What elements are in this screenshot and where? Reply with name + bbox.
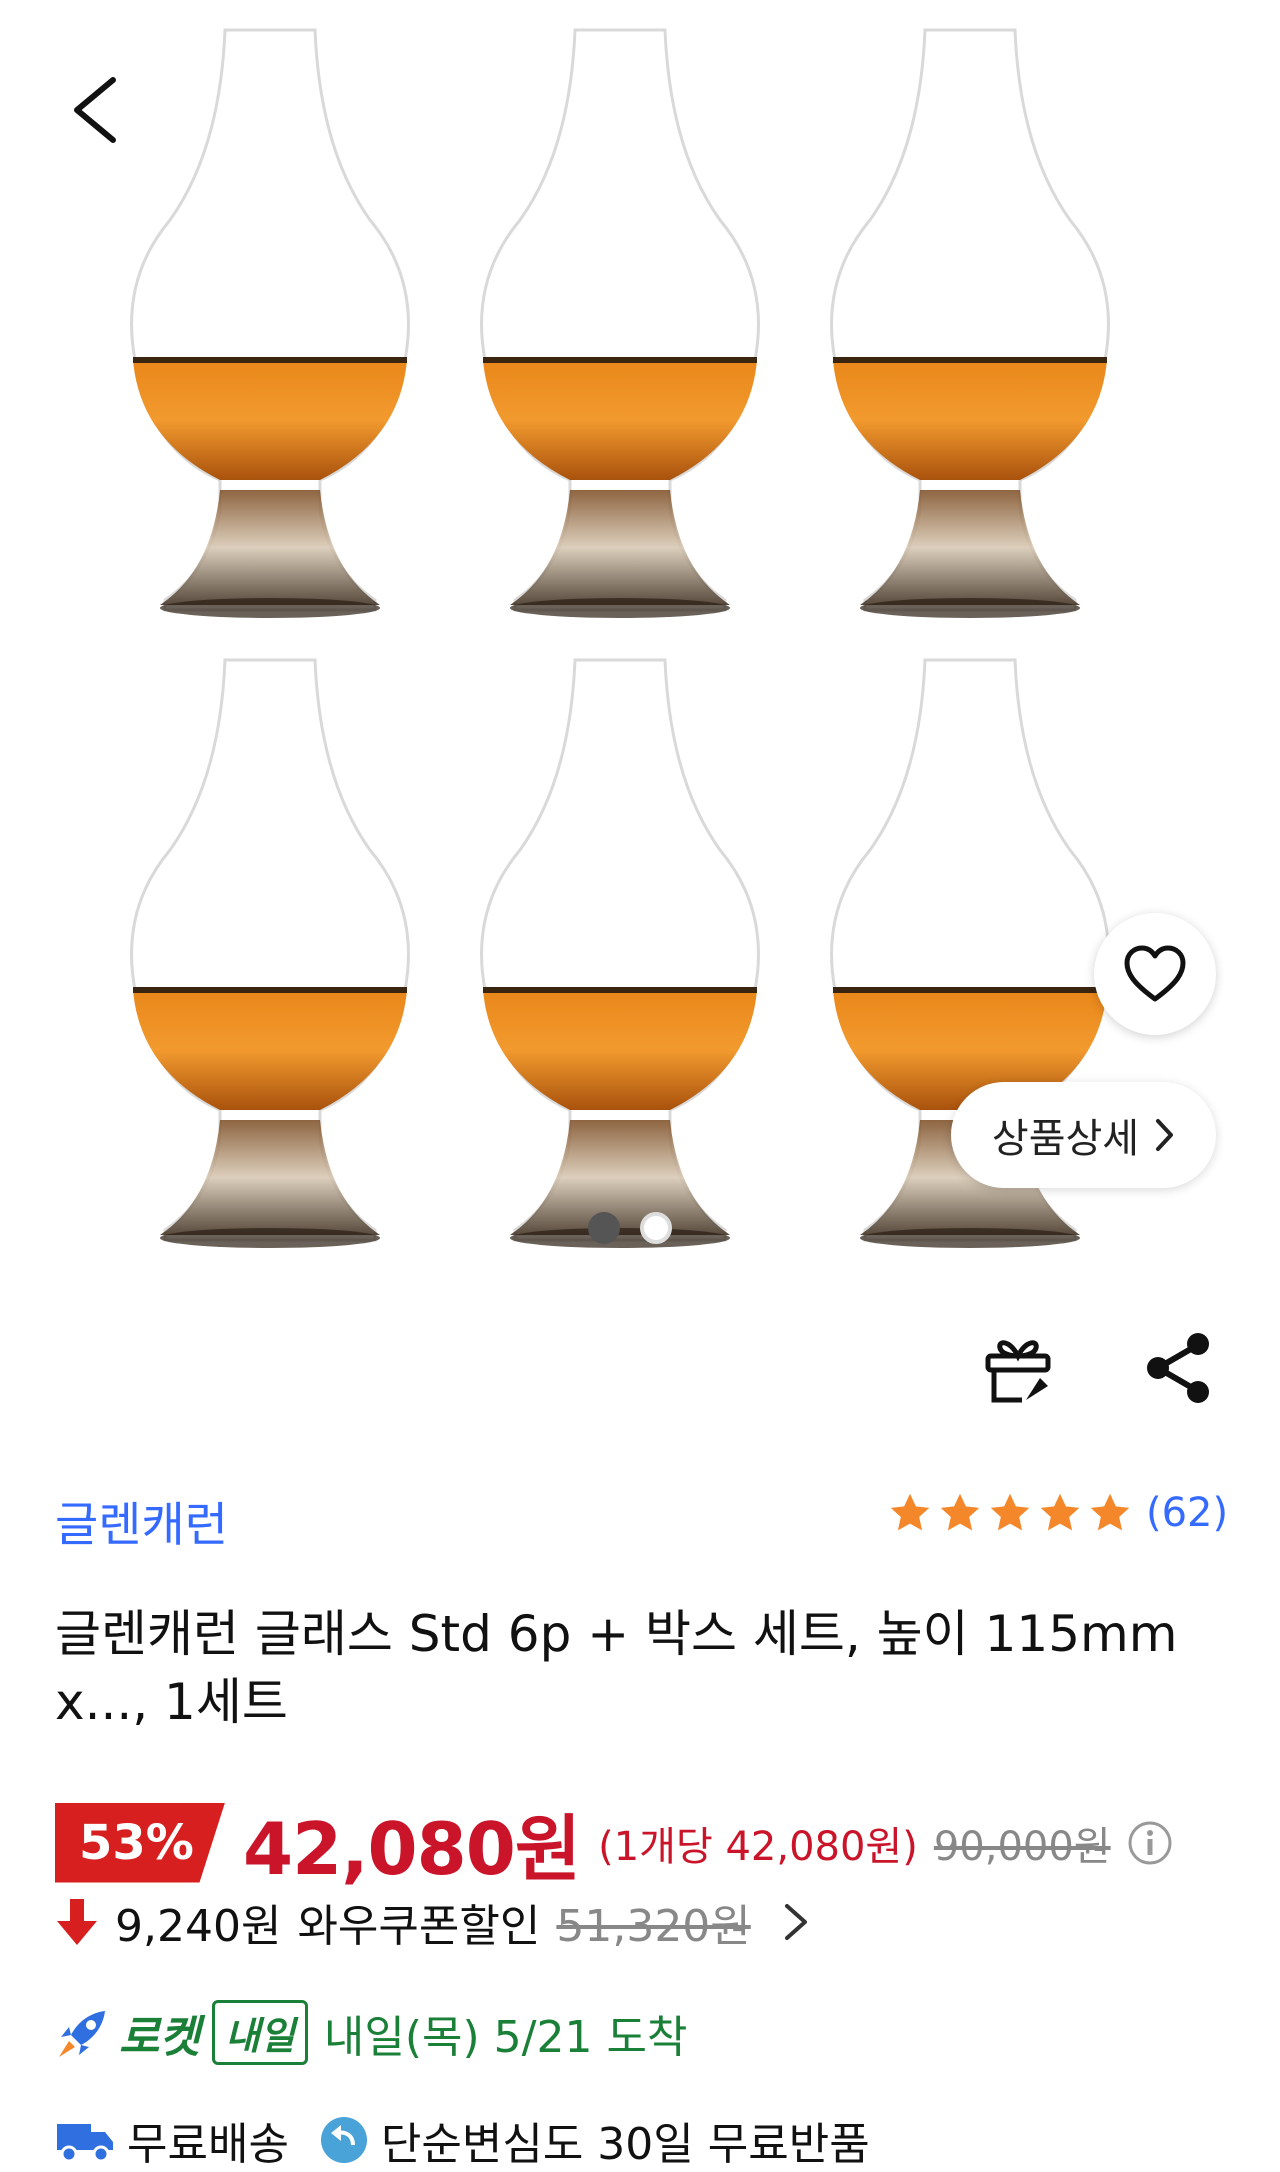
star-icon xyxy=(1090,1493,1130,1531)
rating-summary[interactable]: (62) xyxy=(888,1490,1228,1536)
free-shipping-label: 무료배송 xyxy=(127,2119,289,2170)
product-photo xyxy=(0,0,1280,1265)
carousel-dot-2[interactable] xyxy=(640,1212,672,1244)
review-count: (62) xyxy=(1146,1490,1229,1536)
star-icon xyxy=(990,1493,1030,1531)
rocket-icon xyxy=(59,2010,105,2057)
product-title: 글렌캐런 글래스 Std 6p + 박스 세트, 높이 115mm x..., … xyxy=(55,1605,1178,1731)
coupon-strike-price: 51,320원 xyxy=(556,1901,751,1952)
star-icon xyxy=(940,1493,980,1531)
carousel-dot-1[interactable] xyxy=(588,1212,620,1244)
rocket-label: 로켓 xyxy=(119,2011,200,2063)
info-icon[interactable] xyxy=(1127,1820,1173,1866)
return-icon xyxy=(320,2117,367,2163)
coupon-label: 와우쿠폰할인 xyxy=(297,1901,541,1952)
chevron-right-icon xyxy=(784,1904,807,1940)
shipping-row: 무료배송 단순변심도 30일 무료반품 xyxy=(55,2108,870,2172)
original-price: 90,000원 xyxy=(933,1823,1111,1870)
delivery-row: 로켓 내일 내일(목) 5/21 도착 xyxy=(55,2000,687,2065)
chevron-right-icon xyxy=(1156,1119,1174,1151)
discount-badge: 53% xyxy=(55,1802,225,1883)
product-detail-label: 상품상세 xyxy=(991,1116,1140,1162)
unit-price: (1개당 42,080원) xyxy=(598,1823,918,1870)
back-button[interactable] xyxy=(55,70,135,150)
share-button[interactable] xyxy=(1138,1328,1218,1408)
free-return-label: 단순변심도 30일 무료반품 xyxy=(380,2119,870,2170)
product-image-carousel[interactable]: 상품상세 xyxy=(0,0,1280,1265)
chevron-left-icon xyxy=(74,77,116,143)
gift-button[interactable] xyxy=(980,1330,1056,1406)
share-icon xyxy=(1147,1333,1209,1403)
product-detail-button[interactable]: 상품상세 xyxy=(951,1082,1216,1188)
gift-rocket-icon xyxy=(985,1340,1051,1403)
sale-price: 42,080원 xyxy=(243,1807,581,1891)
arrival-date: 내일(목) 5/21 도착 xyxy=(323,2011,688,2063)
truck-icon xyxy=(57,2124,113,2163)
wishlist-button[interactable] xyxy=(1094,913,1216,1035)
star-icon xyxy=(890,1493,930,1531)
coupon-row[interactable]: 9,240원 와우쿠폰할인 51,320원 xyxy=(55,1890,811,1954)
coupon-amount: 9,240원 xyxy=(115,1901,282,1952)
heart-icon xyxy=(1124,945,1186,1002)
star-icon xyxy=(1040,1493,1080,1531)
delivery-badge: 내일 xyxy=(211,2000,308,2065)
carousel-indicator xyxy=(588,1212,672,1244)
price-row: 53% 42,080원 (1개당 42,080원) 90,000원 xyxy=(55,1790,1173,1895)
brand-link[interactable]: 글렌캐런 xyxy=(55,1486,228,1555)
arrow-down-icon xyxy=(57,1899,97,1945)
